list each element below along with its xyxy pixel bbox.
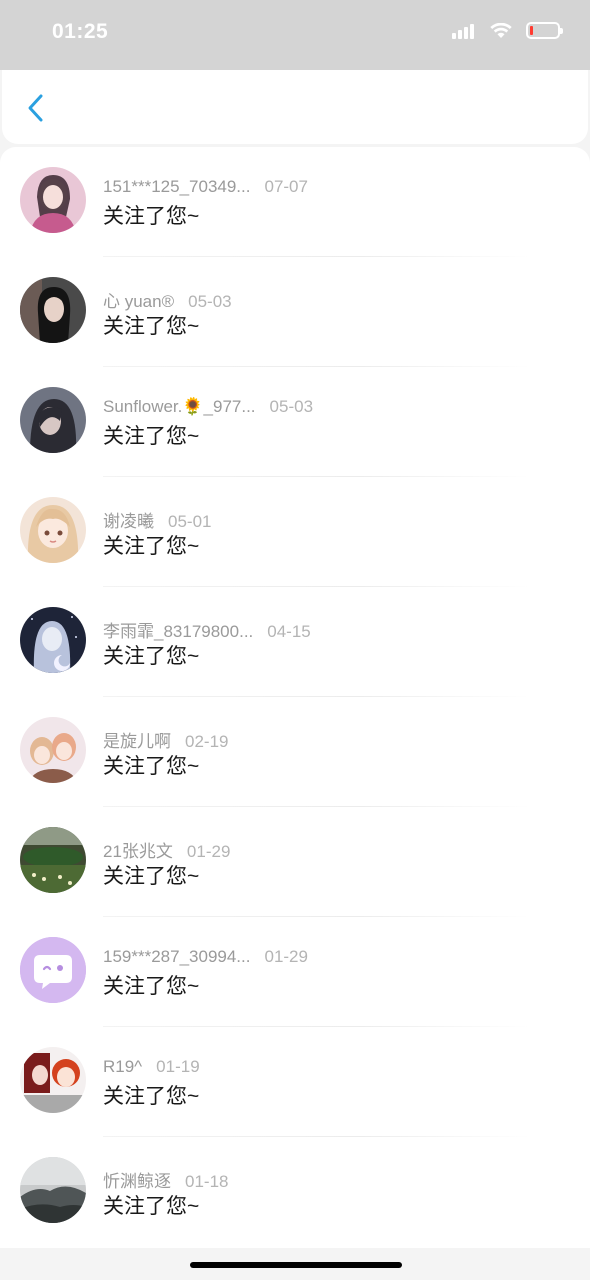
user-name[interactable]: 李雨霏_83179800... (103, 622, 253, 641)
avatar[interactable] (20, 1157, 86, 1223)
notification-header: 159***287_30994... 01-29 (103, 947, 308, 967)
notification-message: 关注了您~ (103, 975, 200, 998)
notification-message: 关注了您~ (103, 865, 200, 888)
notification-header: 心 yuan® 05-03 (103, 287, 232, 312)
notification-date: 04-15 (267, 622, 311, 641)
notification-message: 关注了您~ (103, 425, 200, 448)
notification-list: 151***125_70349... 07-07 关注了您~ 心 yuan® 05-… (0, 147, 590, 1248)
status-bar: 01:25 (0, 0, 590, 70)
notification-message: 关注了您~ (103, 315, 200, 338)
notification-message: 关注了您~ (103, 755, 200, 778)
avatar[interactable] (20, 607, 86, 673)
notification-header: 21张兆文 01-29 (103, 837, 230, 862)
list-item[interactable]: 151***125_70349... 07-07 关注了您~ (0, 147, 590, 257)
default-avatar-icon (20, 937, 86, 1003)
notification-header: 151***125_70349... 07-07 (103, 177, 308, 197)
notification-date: 07-07 (264, 177, 308, 196)
notification-header: 是旋儿啊 02-19 (103, 727, 228, 752)
avatar[interactable] (20, 717, 86, 783)
user-name[interactable]: R19^ (103, 1057, 142, 1076)
back-button[interactable] (18, 88, 54, 128)
chevron-left-icon (28, 94, 43, 122)
nav-bar (2, 70, 588, 144)
notification-message: 关注了您~ (103, 535, 200, 558)
avatar[interactable] (20, 167, 86, 233)
list-item[interactable]: 忻渊鲸逐 01-18 关注了您~ (0, 1137, 590, 1247)
list-item[interactable]: 心 yuan® 05-03 关注了您~ (0, 257, 590, 367)
user-name[interactable]: 是旋儿啊 (103, 732, 171, 751)
notification-message: 关注了您~ (103, 205, 200, 228)
notification-date: 05-03 (269, 397, 314, 416)
avatar[interactable] (20, 277, 86, 343)
notification-header: Sunflower.🌻_977... 05-03 (103, 397, 313, 417)
notification-message: 关注了您~ (103, 1195, 200, 1218)
notification-date: 01-29 (186, 842, 231, 861)
home-indicator[interactable] (190, 1262, 402, 1268)
battery-low-icon (526, 22, 563, 39)
notification-date: 01-19 (156, 1057, 200, 1076)
avatar[interactable] (20, 1047, 86, 1113)
home-area (0, 1248, 590, 1280)
notification-header: 李雨霏_83179800... 04-15 (103, 617, 311, 642)
notification-header: 忻渊鲸逐 01-18 (103, 1167, 228, 1192)
user-name[interactable]: 忻渊鲸逐 (103, 1172, 171, 1191)
list-item[interactable]: Sunflower.🌻_977... 05-03 关注了您~ (0, 367, 590, 477)
user-name[interactable]: 151***125_70349... (103, 177, 250, 196)
list-item[interactable]: 21张兆文 01-29 关注了您~ (0, 807, 590, 917)
user-name[interactable]: 21张兆文 (103, 842, 173, 861)
user-name[interactable]: 谢凌曦 (103, 512, 154, 531)
status-icons (452, 22, 563, 39)
notification-message: 关注了您~ (103, 1085, 200, 1108)
user-name[interactable]: Sunflower.🌻_977... (103, 397, 256, 416)
notification-date: 05-01 (168, 512, 212, 531)
list-item[interactable]: 159***287_30994... 01-29 关注了您~ (0, 917, 590, 1027)
notification-date: 01-29 (264, 947, 308, 966)
avatar[interactable] (20, 827, 86, 893)
wifi-icon (490, 22, 512, 38)
avatar[interactable] (20, 497, 86, 563)
notification-header: R19^ 01-19 (103, 1057, 200, 1077)
avatar[interactable] (20, 937, 86, 1003)
notification-header: 谢凌曦 05-01 (103, 507, 211, 532)
notification-message: 关注了您~ (103, 645, 200, 668)
status-time: 01:25 (52, 20, 109, 43)
user-name[interactable]: 心 yuan® (103, 292, 174, 311)
user-name[interactable]: 159***287_30994... (103, 947, 250, 966)
list-item[interactable]: R19^ 01-19 关注了您~ (0, 1027, 590, 1137)
notification-date: 01-18 (185, 1172, 229, 1191)
notification-date: 05-03 (188, 292, 232, 311)
avatar[interactable] (20, 387, 86, 453)
list-item[interactable]: 是旋儿啊 02-19 关注了您~ (0, 697, 590, 807)
list-item[interactable]: 谢凌曦 05-01 关注了您~ (0, 477, 590, 587)
list-item[interactable]: 李雨霏_83179800... 04-15 关注了您~ (0, 587, 590, 697)
notification-date: 02-19 (185, 732, 229, 751)
cellular-signal-icon (452, 23, 476, 39)
